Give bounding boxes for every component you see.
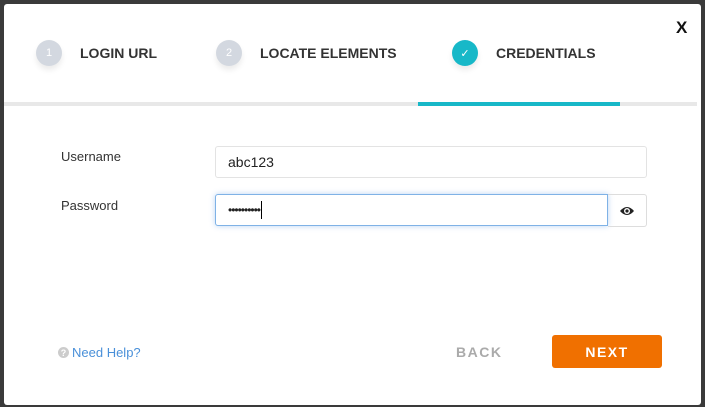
show-password-button[interactable] bbox=[608, 194, 647, 227]
step-number: 2 bbox=[216, 40, 242, 66]
step-progress-fill bbox=[418, 102, 620, 106]
step-progress-track bbox=[4, 102, 697, 106]
step-label: CREDENTIALS bbox=[496, 45, 596, 61]
eye-icon bbox=[620, 206, 634, 215]
back-button[interactable]: BACK bbox=[456, 344, 502, 360]
step-credentials[interactable]: ✓ CREDENTIALS bbox=[452, 40, 596, 66]
password-label: Password bbox=[61, 198, 119, 213]
next-button[interactable]: NEXT bbox=[552, 335, 662, 368]
username-input[interactable]: abc123 bbox=[215, 146, 647, 178]
password-input[interactable]: •••••••••• bbox=[215, 194, 608, 226]
help-label: Need Help? bbox=[72, 345, 141, 360]
step-number: 1 bbox=[36, 40, 62, 66]
step-locate-elements[interactable]: 2 LOCATE ELEMENTS bbox=[216, 40, 397, 66]
username-value: abc123 bbox=[228, 154, 274, 170]
step-login-url[interactable]: 1 LOGIN URL bbox=[36, 40, 157, 66]
need-help-link[interactable]: ? Need Help? bbox=[58, 345, 141, 360]
help-icon: ? bbox=[58, 347, 69, 358]
step-label: LOCATE ELEMENTS bbox=[260, 45, 397, 61]
check-icon: ✓ bbox=[452, 40, 478, 66]
password-value: •••••••••• bbox=[228, 203, 261, 217]
credentials-dialog: X 1 LOGIN URL 2 LOCATE ELEMENTS ✓ CREDEN… bbox=[4, 4, 701, 405]
step-label: LOGIN URL bbox=[80, 45, 157, 61]
username-label: Username bbox=[61, 149, 121, 164]
close-button[interactable]: X bbox=[676, 18, 687, 38]
text-caret bbox=[261, 201, 263, 219]
